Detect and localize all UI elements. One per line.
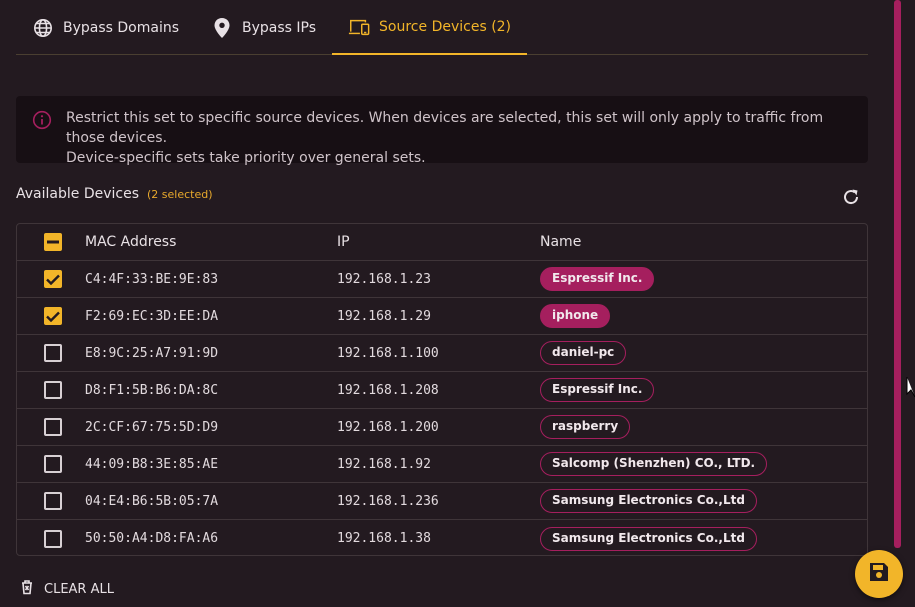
select-all-checkbox[interactable] [44, 233, 62, 251]
device-name-chip: Samsung Electronics Co.,Ltd [540, 526, 757, 551]
clear-all-label: CLEAR ALL [44, 581, 114, 597]
mac-address: 50:50:A4:D8:FA:A6 [85, 531, 219, 546]
table-header: MAC Address IP Name [17, 224, 867, 261]
refresh-icon [840, 189, 862, 212]
header-name: Name [540, 234, 582, 250]
row-checkbox[interactable] [44, 381, 62, 399]
row-checkbox[interactable] [44, 455, 62, 473]
device-name-chip: Samsung Electronics Co.,Ltd [540, 489, 757, 513]
header-mac: MAC Address [85, 234, 177, 250]
mac-address: 2C:CF:67:75:5D:D9 [85, 419, 219, 435]
ip-address: 192.168.1.29 [337, 308, 431, 324]
tab-label: Bypass IPs [242, 19, 317, 36]
table-row[interactable]: 44:09:B8:3E:85:AE 192.168.1.92 Salcomp (Sh… [17, 446, 867, 483]
info-alert: Restrict this set to specific source dev… [16, 96, 868, 166]
device-name-chip: daniel-pc [540, 341, 627, 365]
mac-address: F2:69:EC:3D:EE:DA [85, 308, 219, 324]
device-name-chip: raspberry [540, 415, 631, 439]
ip-address: 192.168.1.23 [337, 271, 431, 287]
refresh-button[interactable] [840, 186, 862, 208]
trash-icon [20, 579, 34, 599]
mouse-cursor-icon [906, 376, 915, 402]
ip-address: 192.168.1.100 [337, 345, 439, 361]
ip-address: 192.168.1.38 [337, 531, 431, 546]
table-row[interactable]: F2:69:EC:3D:EE:DA 192.168.1.29 iphone [17, 298, 867, 335]
ip-address: 192.168.1.200 [337, 419, 439, 435]
info-line-1: Restrict this set to specific source dev… [66, 110, 824, 146]
mac-address: 44:09:B8:3E:85:AE [85, 456, 219, 472]
devices-table: MAC Address IP Name C4:4F:33:BE:9E:83 192… [16, 223, 868, 556]
row-checkbox[interactable] [44, 307, 62, 325]
row-checkbox[interactable] [44, 492, 62, 510]
mac-address: D8:F1:5B:B6:DA:8C [85, 382, 219, 398]
device-name-chip: iphone [540, 304, 611, 328]
table-row[interactable]: E8:9C:25:A7:91:9D 192.168.1.100 daniel-pc [17, 335, 867, 372]
clear-all-button[interactable]: CLEAR ALL [20, 579, 114, 599]
table-row[interactable]: D8:F1:5B:B6:DA:8C 192.168.1.208 Espressif … [17, 372, 867, 409]
save-button[interactable] [855, 550, 903, 598]
table-row[interactable]: 04:E4:B6:5B:05:7A 192.168.1.236 Samsung El… [17, 483, 867, 520]
table-row[interactable]: 2C:CF:67:75:5D:D9 192.168.1.200 raspberry [17, 409, 867, 446]
ip-address: 192.168.1.236 [337, 493, 439, 509]
device-name-chip: Salcomp (Shenzhen) CO., LTD. [540, 452, 768, 476]
devices-icon [348, 16, 370, 38]
mac-address: 04:E4:B6:5B:05:7A [85, 493, 219, 509]
selected-count: (2 selected) [147, 188, 213, 201]
tab-bar: Bypass Domains Bypass IPs Source Devices… [16, 0, 868, 55]
save-icon [868, 561, 890, 587]
devices-section-header: Available Devices (2 selected) [16, 186, 213, 202]
info-icon [32, 110, 52, 130]
row-checkbox[interactable] [44, 270, 62, 288]
header-ip: IP [337, 234, 350, 250]
row-checkbox[interactable] [44, 529, 62, 548]
tab-label: Bypass Domains [63, 19, 180, 36]
tab-bypass-domains[interactable]: Bypass Domains [16, 0, 195, 55]
globe-icon [32, 17, 54, 39]
scrollbar[interactable] [894, 0, 901, 548]
ip-address: 192.168.1.92 [337, 456, 431, 472]
section-title: Available Devices [16, 186, 139, 202]
row-checkbox[interactable] [44, 344, 62, 362]
info-line-2: Device-specific sets take priority over … [66, 150, 426, 166]
tab-label: Source Devices (2) [379, 18, 512, 35]
mac-address: E8:9C:25:A7:91:9D [85, 345, 219, 361]
map-pin-icon [211, 17, 233, 39]
device-name-chip: Espressif Inc. [540, 378, 655, 402]
tab-source-devices[interactable]: Source Devices (2) [332, 0, 528, 55]
device-name-chip: Espressif Inc. [540, 267, 655, 291]
row-checkbox[interactable] [44, 418, 62, 436]
table-row[interactable]: 50:50:A4:D8:FA:A6 192.168.1.38 Samsung Ele… [17, 520, 867, 555]
info-text: Restrict this set to specific source dev… [66, 108, 852, 168]
mac-address: C4:4F:33:BE:9E:83 [85, 271, 219, 287]
ip-address: 192.168.1.208 [337, 382, 439, 398]
tab-bypass-ips[interactable]: Bypass IPs [195, 0, 332, 55]
table-row[interactable]: C4:4F:33:BE:9E:83 192.168.1.23 Espressif I… [17, 261, 867, 298]
